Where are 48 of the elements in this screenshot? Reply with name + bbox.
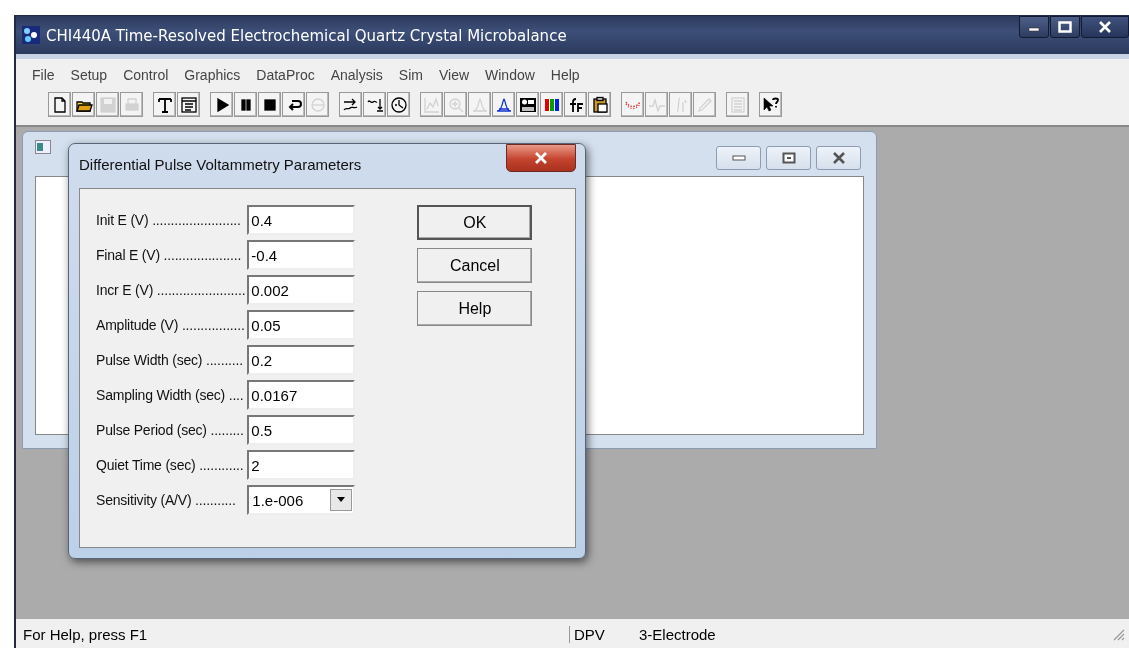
input-field[interactable]: 0.0167 [247, 380, 356, 410]
field-label: Incr E (V) ........................ [96, 282, 246, 298]
maximize-button[interactable] [1050, 16, 1080, 38]
minimize-button[interactable] [1019, 16, 1049, 38]
close-icon[interactable] [831, 152, 846, 164]
status-text: DPV [569, 625, 639, 643]
menu-item[interactable]: Setup [62, 66, 116, 83]
status-text: 3-Electrode [639, 625, 717, 643]
document-icon [35, 140, 51, 154]
input-field[interactable]: 0.5 [247, 415, 356, 445]
field-label: Init E (V) ........................ [96, 212, 242, 228]
menu-item[interactable]: DataProc [248, 66, 323, 83]
field-label: Sampling Width (sec) .... [96, 387, 245, 403]
dialog-button[interactable]: OK [417, 205, 533, 240]
restore-button[interactable] [766, 146, 811, 170]
resize-grip-icon [1111, 627, 1125, 641]
menu-item[interactable]: Graphics [176, 66, 249, 83]
close-button[interactable] [506, 144, 576, 172]
menu-item[interactable]: Window [477, 66, 543, 83]
field-label: Amplitude (V) ................. [96, 317, 246, 333]
window-title: CHI440A Time-Resolved Electrochemical Quartz Crystal Microbalance [46, 27, 567, 45]
close-button[interactable] [1081, 16, 1129, 38]
field-label: Pulse Width (sec) .......... [96, 352, 244, 368]
field-label: Quiet Time (sec) ............ [96, 457, 245, 473]
field-label: Pulse Period (sec) ......... [96, 422, 245, 438]
maximize-icon[interactable] [1058, 21, 1072, 33]
app-icon [22, 26, 40, 44]
input-field[interactable]: 0.4 [247, 205, 356, 235]
input-field[interactable]: 0.2 [247, 345, 356, 375]
menu-item[interactable]: Sim [390, 66, 431, 83]
input-field[interactable]: 0.05 [247, 310, 356, 340]
close-button[interactable] [816, 146, 861, 170]
field-label: Final E (V) ..................... [96, 247, 243, 263]
menu-item[interactable]: View [430, 66, 478, 83]
dialog-button[interactable]: Cancel [417, 248, 533, 283]
input-field[interactable]: 0.002 [247, 275, 356, 305]
input-field[interactable]: 2 [247, 450, 356, 480]
dialog-title: Differential Pulse Voltammetry Parameters [79, 156, 362, 173]
status-text: For Help, press F1 [22, 625, 149, 643]
menu-item[interactable]: File [24, 66, 63, 83]
dialog-button[interactable]: Help [417, 291, 533, 326]
restore-icon[interactable] [781, 152, 796, 164]
menu-item[interactable]: Control [115, 66, 177, 83]
menu-item[interactable]: Analysis [322, 66, 391, 83]
menu-item[interactable]: Help [542, 66, 588, 83]
input-field[interactable]: -0.4 [247, 240, 356, 270]
field-label: Sensitivity (A/V) ........... [96, 492, 237, 508]
dropdown[interactable]: 1.e-006 [247, 485, 356, 515]
